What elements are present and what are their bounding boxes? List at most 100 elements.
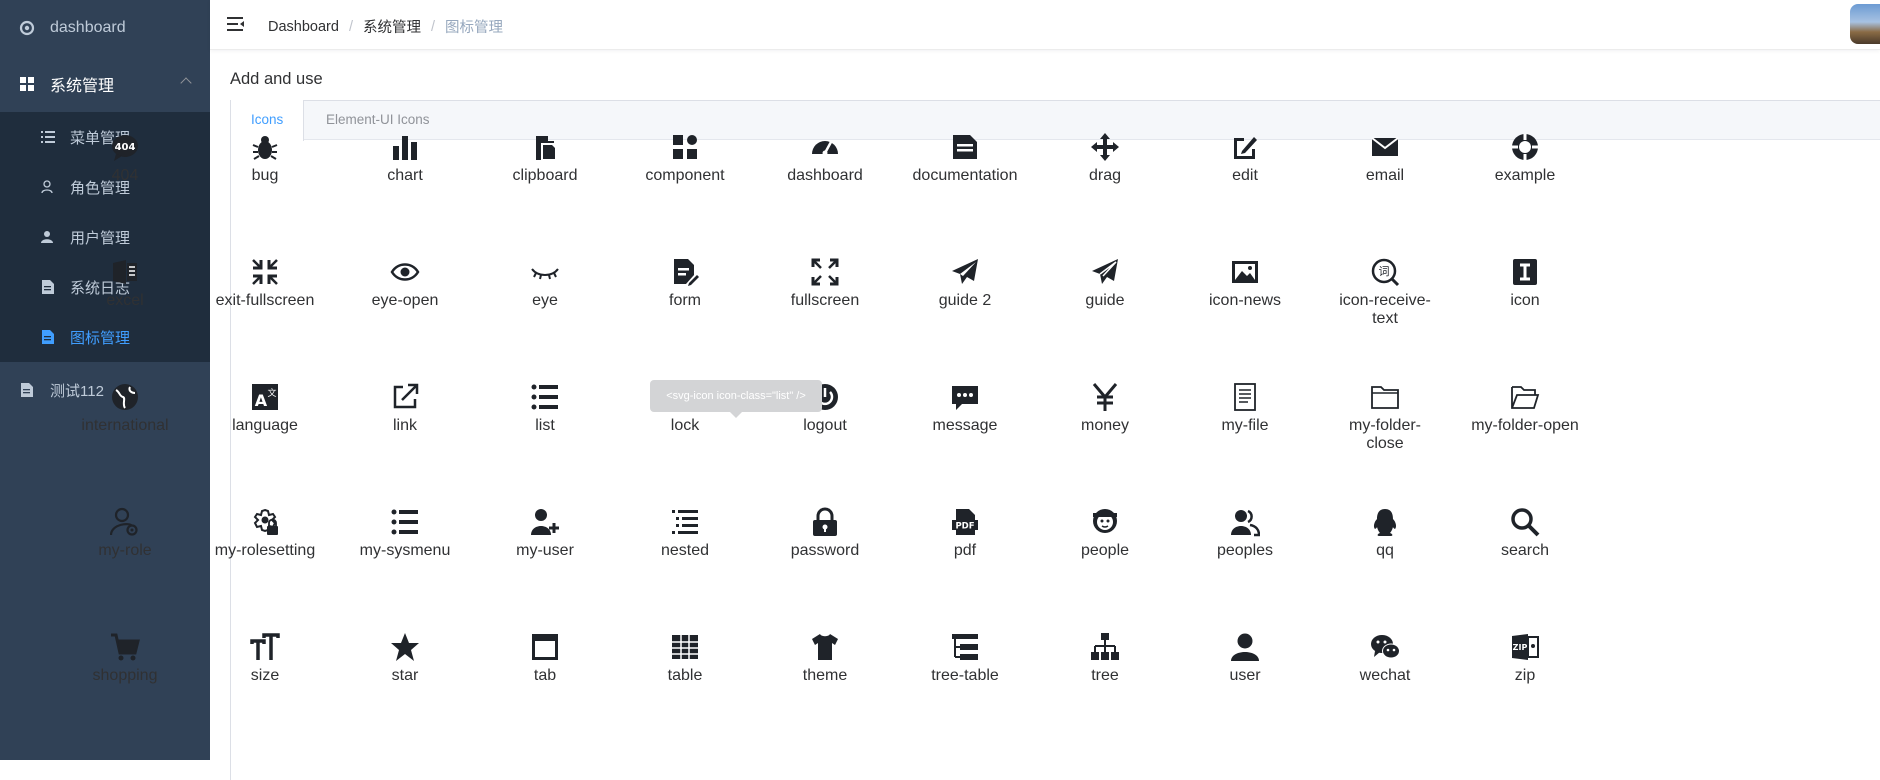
icon-item-exit-fullscreen[interactable]: exit-fullscreen bbox=[195, 245, 335, 370]
icon-label: zip bbox=[1514, 667, 1536, 684]
icon-item-language[interactable]: A 文 language bbox=[195, 370, 335, 495]
icon-item-form[interactable]: form bbox=[615, 245, 755, 370]
fullscreen-icon bbox=[811, 258, 839, 286]
icon-manage-icon bbox=[40, 329, 56, 345]
icon-item-guide[interactable]: guide bbox=[1035, 245, 1175, 370]
email-icon bbox=[1371, 137, 1399, 156]
size-icon bbox=[250, 633, 280, 660]
icon-label: star bbox=[391, 667, 419, 684]
icon-label: fullscreen bbox=[790, 292, 860, 309]
icon-label: lock bbox=[670, 417, 700, 434]
icon-item-icon-news[interactable]: icon-news bbox=[1175, 245, 1315, 370]
icon-item-my-folder-close[interactable]: my-folder-close bbox=[1315, 370, 1455, 495]
icon-item-my-file[interactable]: my-file bbox=[1175, 370, 1315, 495]
icon-item-link[interactable]: link bbox=[335, 370, 475, 495]
breadcrumb-separator: / bbox=[430, 18, 435, 35]
icon-item-star[interactable]: star bbox=[335, 620, 475, 745]
icon-item-nested[interactable]: nested bbox=[615, 495, 755, 620]
drag-icon bbox=[1091, 133, 1119, 161]
sidebar-item-system[interactable]: 系统管理 bbox=[0, 56, 210, 112]
icon-label: email bbox=[1365, 167, 1405, 184]
sidebar-item-dashboard[interactable]: dashboard bbox=[0, 0, 210, 56]
breadcrumb-system[interactable]: 系统管理 bbox=[363, 16, 421, 37]
icon-item-chart[interactable]: chart bbox=[335, 120, 475, 245]
icon-item-excel[interactable]: excel bbox=[55, 245, 195, 370]
icon-label: chart bbox=[387, 167, 423, 184]
icon-label: icon-receive-text bbox=[1339, 292, 1431, 327]
icon-item-icon-receive-text[interactable]: 词 icon-receive-text bbox=[1315, 245, 1455, 370]
icon-item-money[interactable]: money bbox=[1035, 370, 1175, 495]
icon-label: list bbox=[535, 417, 555, 434]
hamburger-icon[interactable] bbox=[227, 15, 247, 35]
icon-label: guide 2 bbox=[938, 292, 992, 309]
icon-item-404[interactable]: 404 404 bbox=[55, 120, 195, 245]
pdf-icon: PDF bbox=[952, 509, 978, 535]
icon-item-password[interactable]: password bbox=[755, 495, 895, 620]
icon-item-size[interactable]: size bbox=[195, 620, 335, 745]
icon-item-people[interactable]: people bbox=[1035, 495, 1175, 620]
icon-item-theme[interactable]: theme bbox=[755, 620, 895, 745]
icon-label: my-folder-close bbox=[1348, 417, 1421, 452]
edit-icon bbox=[1234, 137, 1257, 159]
icon-item-qq[interactable]: qq bbox=[1315, 495, 1455, 620]
my-role-icon bbox=[110, 507, 138, 536]
icon-item-eye-open[interactable]: eye-open bbox=[335, 245, 475, 370]
icon-item-message[interactable]: message bbox=[895, 370, 1035, 495]
icon-item-peoples[interactable]: peoples bbox=[1175, 495, 1315, 620]
icon-item-drag[interactable]: drag bbox=[1035, 120, 1175, 245]
section-title: Add and use bbox=[230, 70, 323, 88]
icon-item-my-user[interactable]: my-user bbox=[475, 495, 615, 620]
icon-item-tree[interactable]: tree bbox=[1035, 620, 1175, 745]
icon-item-pdf[interactable]: PDF pdf bbox=[895, 495, 1035, 620]
documentation-icon bbox=[18, 381, 36, 399]
icon-item-email[interactable]: email bbox=[1315, 120, 1455, 245]
breadcrumb-dashboard[interactable]: Dashboard bbox=[268, 19, 339, 35]
icon-label: my-file bbox=[1221, 417, 1269, 434]
icon-item-my-role[interactable]: my-role bbox=[55, 495, 195, 620]
icon-item-shopping[interactable]: shopping bbox=[55, 620, 195, 745]
icon-item-my-sysmenu[interactable]: my-sysmenu bbox=[335, 495, 475, 620]
icon-label: shopping bbox=[92, 667, 158, 684]
icon-item-fullscreen[interactable]: fullscreen bbox=[755, 245, 895, 370]
icon-item-edit[interactable]: edit bbox=[1175, 120, 1315, 245]
wechat-icon bbox=[1371, 635, 1400, 659]
icon-item-user[interactable]: user bbox=[1175, 620, 1315, 745]
icon-item-eye[interactable]: eye bbox=[475, 245, 615, 370]
documentation-icon bbox=[953, 135, 977, 159]
icon-item-bug[interactable]: bug bbox=[195, 120, 335, 245]
bug-icon bbox=[252, 136, 278, 160]
icon-item-example[interactable]: example bbox=[1455, 120, 1595, 245]
icon-item-icon[interactable]: icon bbox=[1455, 245, 1595, 370]
icon-label: qq bbox=[1376, 542, 1394, 559]
icon-item-international[interactable]: international bbox=[55, 370, 195, 495]
icon-item-clipboard[interactable]: clipboard bbox=[475, 120, 615, 245]
icon-label: my-user bbox=[516, 542, 574, 559]
my-folder-close-icon bbox=[1371, 386, 1399, 409]
svg-text:A: A bbox=[255, 391, 268, 410]
icon-item-my-rolesetting[interactable]: my-rolesetting bbox=[195, 495, 335, 620]
icon-item-tab[interactable]: tab bbox=[475, 620, 615, 745]
icon-item-zip[interactable]: ZIP zip bbox=[1455, 620, 1595, 745]
list-icon bbox=[40, 129, 56, 145]
icon-item-dashboard[interactable]: dashboard bbox=[755, 120, 895, 245]
exit-fullscreen-icon bbox=[252, 259, 278, 285]
dashboard-icon bbox=[18, 19, 36, 37]
icon-item-component[interactable]: component bbox=[615, 120, 755, 245]
icon-label: example bbox=[1494, 167, 1556, 184]
avatar[interactable] bbox=[1850, 4, 1880, 44]
icon-item-tree-table[interactable]: tree-table bbox=[895, 620, 1035, 745]
user-icon bbox=[1231, 633, 1259, 661]
icon-item-my-folder-open[interactable]: my-folder-open bbox=[1455, 370, 1595, 495]
icon-item-list[interactable]: list bbox=[475, 370, 615, 495]
icon-label: pdf bbox=[953, 542, 977, 559]
icon-label: eye-open bbox=[371, 292, 439, 309]
icon-item-table[interactable]: table bbox=[615, 620, 755, 745]
svg-text:词: 词 bbox=[1379, 265, 1390, 278]
component-icon bbox=[18, 75, 36, 93]
icon-item-search[interactable]: search bbox=[1455, 495, 1595, 620]
my-user-icon bbox=[531, 509, 559, 535]
icon-item-guide-2[interactable]: guide 2 bbox=[895, 245, 1035, 370]
icon-label: user bbox=[1229, 667, 1261, 684]
icon-item-wechat[interactable]: wechat bbox=[1315, 620, 1455, 745]
icon-item-documentation[interactable]: documentation bbox=[895, 120, 1035, 245]
